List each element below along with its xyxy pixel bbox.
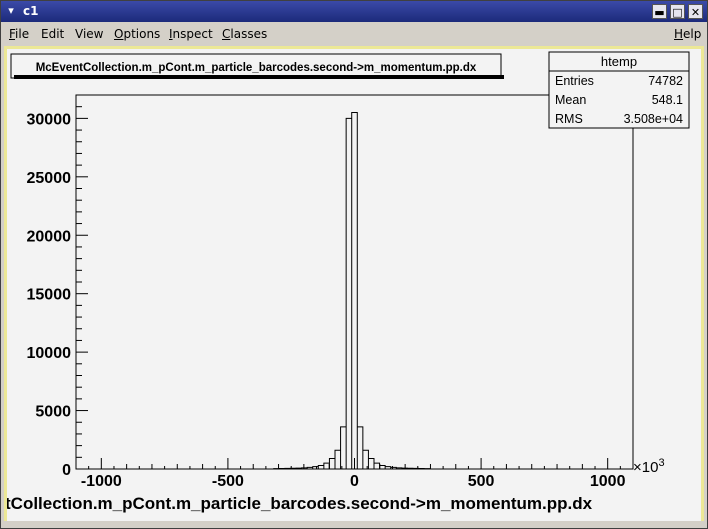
menu-help-mnemonic: H (674, 27, 684, 41)
histogram-outline (76, 112, 633, 470)
y-tick-label: 15000 (27, 287, 72, 304)
plot-frame (75, 94, 634, 470)
x-tick-label: 0 (350, 473, 359, 490)
menu-options[interactable]: Options (114, 27, 160, 41)
histogram-bin-9 (324, 463, 330, 469)
menu-file[interactable]: File (9, 27, 29, 41)
stats-entries-value: 74782 (648, 74, 683, 88)
stats-mean-label: Mean (555, 93, 586, 107)
y-tick-label: 25000 (27, 170, 72, 187)
plot-canvas[interactable]: -1000 -500 0 500 1000 0 5000 10000 15000 20000 25… (5, 49, 701, 521)
menu-options-label: ptions (123, 27, 161, 41)
menu-inspect[interactable]: Inspect (169, 27, 213, 41)
y-axis-ticks: 0 5000 10000 15000 20000 25000 30000 (27, 94, 88, 479)
histogram-bin-11 (335, 450, 341, 469)
stats-entries-label: Entries (555, 74, 594, 88)
histogram-bin-15 (357, 427, 363, 469)
stats-rms-label: RMS (555, 112, 583, 126)
histogram-bin-10 (329, 458, 335, 469)
x-axis-label: tCollection.m_pCont.m_particle_barcodes.… (7, 494, 593, 513)
histogram-bin-17 (368, 458, 374, 469)
y-tick-label: 30000 (27, 111, 72, 128)
menu-help[interactable]: Help (674, 27, 701, 41)
menu-view-label: View (75, 27, 104, 41)
x-tick-label: 500 (468, 473, 495, 490)
status-bar (1, 521, 707, 528)
y-tick-label: 20000 (27, 228, 72, 245)
title-box-shadow (14, 75, 504, 79)
histogram-bin-18 (374, 463, 380, 469)
x-axis-ticks: -1000 -500 0 500 1000 (75, 458, 634, 490)
stats-name: htemp (601, 54, 637, 69)
x-multiplier-base: ×10 (633, 459, 658, 476)
x-multiplier-exp: 3 (658, 457, 664, 469)
window-title: c1 (23, 4, 39, 18)
histogram-bin-12 (341, 427, 347, 469)
stats-mean-value: 548.1 (652, 93, 683, 107)
x-tick-label: -1000 (81, 473, 122, 490)
chevron-down-icon[interactable]: ▾ (4, 4, 18, 18)
histogram-bars (76, 112, 633, 470)
x-multiplier: ×103 (633, 457, 665, 476)
menu-inspect-label: nspect (172, 27, 213, 41)
histogram-bin-19 (380, 465, 386, 469)
histogram-bin-8 (318, 465, 324, 469)
plot-axes (75, 94, 634, 470)
menu-file-label: ile (15, 27, 30, 41)
menu-edit[interactable]: Edit (41, 27, 64, 41)
stats-rms-value: 3.508e+04 (624, 112, 683, 126)
canvas-frame: -1000 -500 0 500 1000 0 5000 10000 15000 20000 25… (4, 46, 704, 524)
minimize-button[interactable]: ▬ (652, 4, 667, 19)
root-window: ▾ c1 ▬ □ ✕ File Edit View Options Inspec… (0, 0, 708, 529)
maximize-button[interactable]: □ (670, 4, 685, 19)
close-button[interactable]: ✕ (688, 4, 703, 19)
histogram-plot[interactable]: -1000 -500 0 500 1000 0 5000 10000 15000 20000 25… (5, 49, 701, 521)
x-tick-label: 1000 (590, 473, 626, 490)
y-tick-label: 5000 (35, 404, 71, 421)
menu-classes-label: lasses (230, 27, 268, 41)
plot-title: McEventCollection.m_pCont.m_particle_bar… (36, 62, 477, 74)
menu-classes[interactable]: Classes (222, 27, 267, 41)
x-tick-label: -500 (212, 473, 244, 490)
y-tick-label: 10000 (27, 345, 72, 362)
histogram-bin-14 (352, 113, 358, 469)
menu-edit-label: Edit (41, 27, 65, 41)
y-tick-label: 0 (62, 462, 71, 479)
menu-view[interactable]: View (75, 27, 103, 41)
menu-help-label: elp (683, 27, 702, 41)
histogram-bin-13 (346, 118, 352, 469)
menu-bar: File Edit View Options Inspect Classes H… (1, 23, 707, 46)
title-bar[interactable]: ▾ c1 ▬ □ ✕ (1, 1, 707, 22)
